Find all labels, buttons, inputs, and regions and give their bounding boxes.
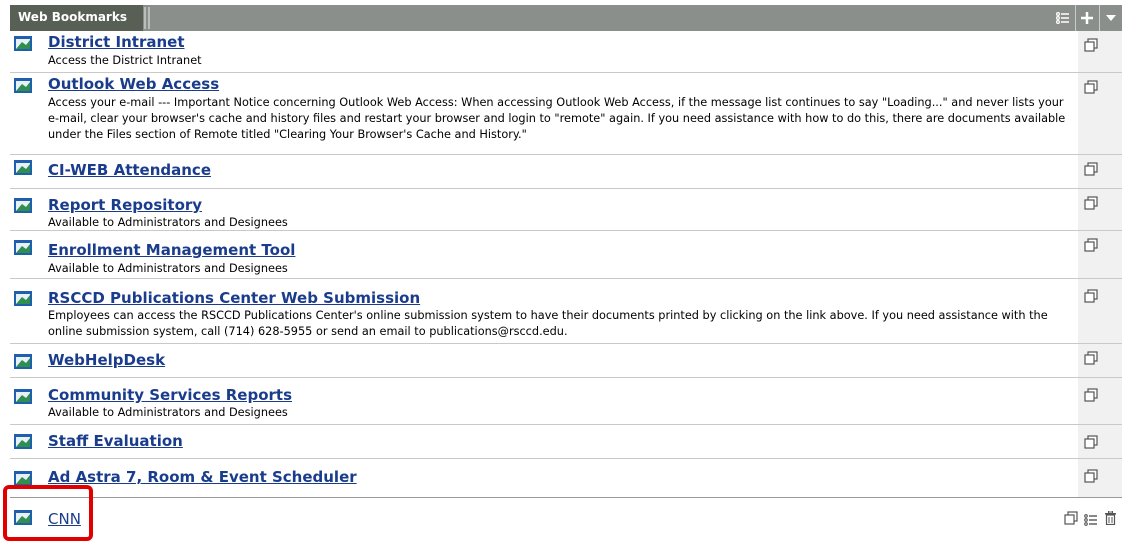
bookmark-description: Access the District Intranet [48, 54, 202, 67]
add-icon[interactable] [1076, 5, 1098, 31]
new-bookmark-row: CNN [10, 497, 1122, 536]
bookmark-row: Report Repository Available to Administr… [10, 189, 1122, 231]
bookmark-link[interactable]: WebHelpDesk [48, 351, 165, 369]
bookmark-icon [14, 198, 32, 213]
bookmark-description: Available to Administrators and Designee… [48, 216, 288, 229]
bookmark-link[interactable]: Ad Astra 7, Room & Event Scheduler [48, 468, 357, 486]
bookmark-link[interactable]: Report Repository [48, 196, 202, 214]
edit-list-icon[interactable] [1084, 511, 1098, 530]
bookmark-link[interactable]: Outlook Web Access [48, 75, 219, 93]
bookmark-icon [14, 291, 32, 306]
bookmark-description: Employees can access the RSCCD Publicati… [48, 309, 1048, 338]
header-actions [1052, 5, 1122, 31]
portlet-title: Web Bookmarks [18, 10, 127, 24]
bookmark-link[interactable]: RSCCD Publications Center Web Submission [48, 289, 420, 307]
open-window-icon[interactable] [1084, 434, 1098, 453]
bookmark-row: Community Services Reports Available to … [10, 378, 1122, 425]
bookmark-link[interactable]: Enrollment Management Tool [48, 241, 295, 259]
bookmark-row: Ad Astra 7, Room & Event Scheduler [10, 459, 1122, 497]
row-actions [1078, 31, 1122, 72]
bookmark-row: Outlook Web Access Access your e-mail --… [10, 73, 1122, 155]
bookmark-icon [14, 434, 32, 449]
bookmark-description: Available to Administrators and Designee… [48, 262, 288, 275]
bookmark-row: CI-WEB Attendance [10, 155, 1122, 189]
open-window-icon[interactable] [1084, 161, 1098, 180]
bookmark-icon [14, 36, 32, 51]
bookmark-description: Access your e-mail --- Important Notice … [48, 96, 1066, 141]
trash-icon[interactable] [1105, 510, 1116, 529]
row-actions [1078, 231, 1122, 278]
open-window-icon[interactable] [1084, 79, 1098, 98]
row-actions [1078, 73, 1122, 154]
bookmark-icon [14, 240, 32, 255]
open-window-icon[interactable] [1084, 37, 1098, 56]
row-actions [1078, 279, 1122, 343]
bookmark-row: WebHelpDesk [10, 344, 1122, 378]
bookmark-link[interactable]: District Intranet [48, 33, 185, 51]
open-window-icon[interactable] [1064, 510, 1078, 529]
row-actions [1078, 344, 1122, 377]
portlet-header [10, 5, 1122, 31]
bookmark-description: Available to Administrators and Designee… [48, 406, 288, 419]
bookmark-link[interactable]: Staff Evaluation [48, 432, 183, 450]
bookmark-row: RSCCD Publications Center Web Submission… [10, 279, 1122, 344]
bookmark-icon [14, 389, 32, 404]
bookmark-row: District Intranet Access the District In… [10, 31, 1122, 73]
bookmark-icon [14, 354, 32, 369]
list-options-icon[interactable] [1052, 5, 1074, 31]
row-actions [1078, 155, 1122, 188]
row-actions [1078, 459, 1122, 497]
web-bookmarks-portlet: Web Bookmarks District Intranet Access t… [0, 0, 1122, 541]
bookmark-row: Enrollment Management Tool Available to … [10, 231, 1122, 279]
open-window-icon[interactable] [1084, 387, 1098, 406]
bookmark-icon [14, 78, 32, 93]
row-actions [1078, 425, 1122, 458]
open-window-icon[interactable] [1084, 468, 1098, 487]
row-actions [1078, 378, 1122, 424]
open-window-icon[interactable] [1084, 350, 1098, 369]
highlight-box [3, 485, 93, 541]
row-actions [1062, 506, 1122, 528]
open-window-icon[interactable] [1084, 288, 1098, 307]
bookmark-icon [14, 160, 32, 175]
bookmark-link[interactable]: Community Services Reports [48, 386, 292, 404]
bookmark-row: Staff Evaluation [10, 425, 1122, 459]
drag-handle[interactable] [143, 7, 153, 29]
open-window-icon[interactable] [1084, 237, 1098, 256]
bookmark-link[interactable]: CI-WEB Attendance [48, 161, 211, 179]
bookmark-icon [14, 471, 32, 486]
row-actions [1078, 189, 1122, 230]
open-window-icon[interactable] [1084, 195, 1098, 214]
chevron-down-icon[interactable] [1100, 5, 1122, 31]
